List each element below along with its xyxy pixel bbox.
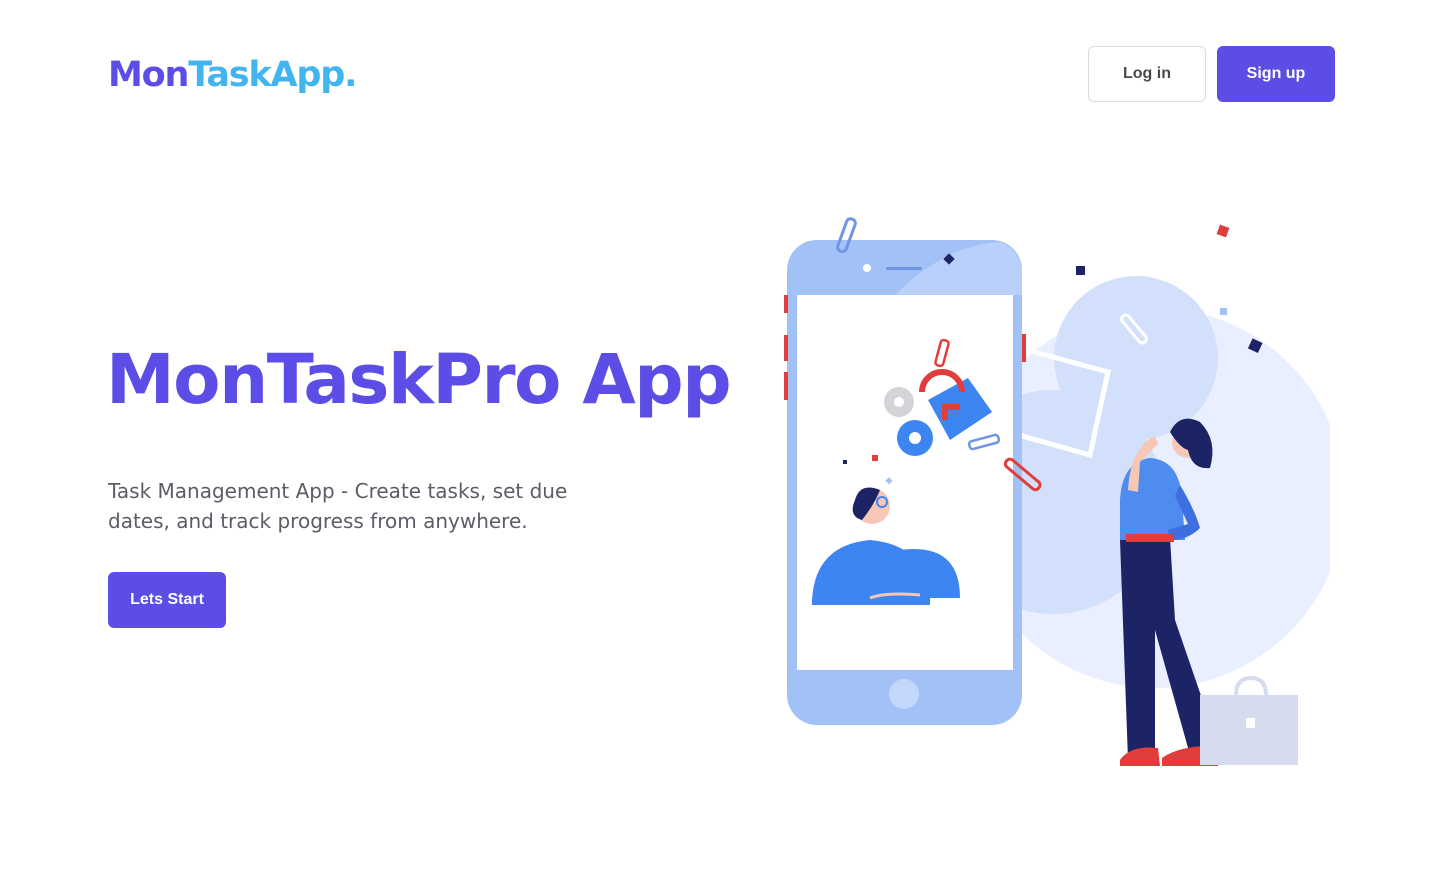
bag-icon xyxy=(1200,675,1298,765)
hero-title: MonTaskPro App xyxy=(106,340,732,420)
top-navbar: MonTaskApp. Log in Sign up xyxy=(0,0,1455,150)
signup-button[interactable]: Sign up xyxy=(1217,46,1335,102)
hero-illustration xyxy=(784,217,1330,766)
phone-illustration xyxy=(784,217,1042,725)
brand-logo[interactable]: MonTaskApp. xyxy=(108,55,357,95)
logo-text-primary: Mon xyxy=(108,55,189,95)
logo-text-accent: TaskApp. xyxy=(188,55,357,95)
login-button[interactable]: Log in xyxy=(1088,46,1206,102)
lets-start-button[interactable]: Lets Start xyxy=(108,572,226,628)
hero-description: Task Management App - Create tasks, set … xyxy=(108,479,568,533)
